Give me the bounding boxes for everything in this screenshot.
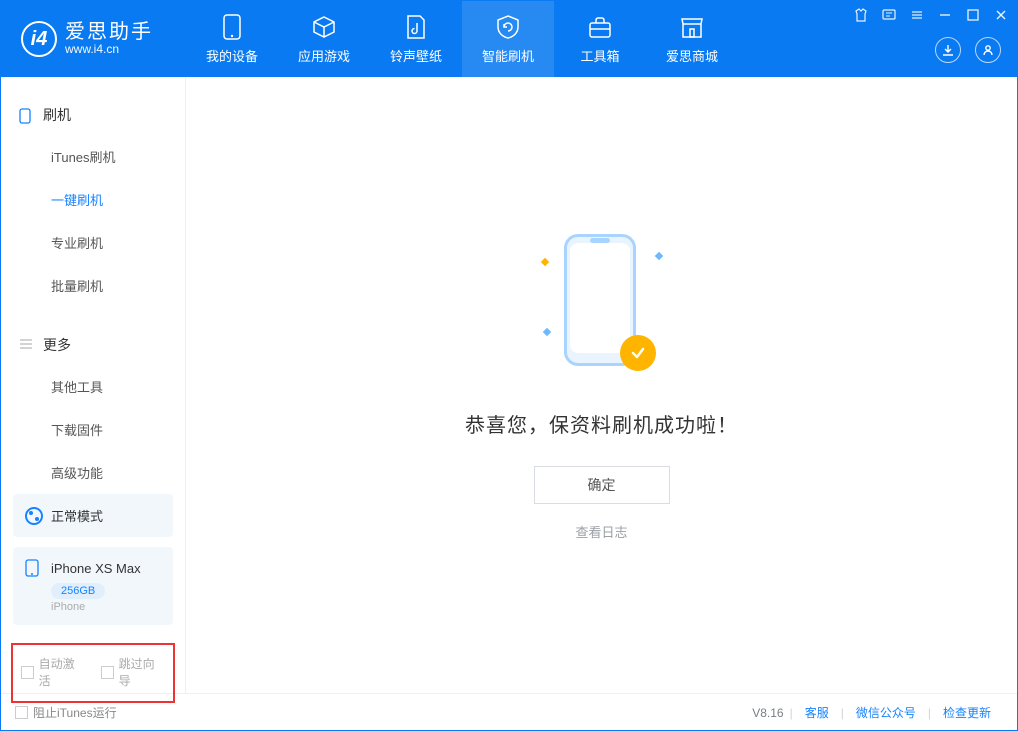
checkbox-icon [15,706,28,719]
list-icon [19,338,33,352]
checkbox-label: 跳过向导 [119,655,165,689]
checkbox-label: 自动激活 [39,655,85,689]
cube-icon [311,14,337,40]
checkbox-icon [21,666,34,679]
menu-icon[interactable] [909,7,925,23]
music-file-icon [403,14,429,40]
device-name: iPhone XS Max [51,561,141,576]
toolbox-icon [587,14,613,40]
brand-url: www.i4.cn [65,43,153,56]
account-button[interactable] [975,37,1001,63]
tab-label: 智能刷机 [482,46,534,65]
feedback-icon[interactable] [881,7,897,23]
sidebar-item-itunes-flash[interactable]: iTunes刷机 [1,135,185,178]
sidebar-section-more[interactable]: 更多 [1,325,185,365]
minimize-button[interactable] [937,7,953,23]
sidebar-item-oneclick-flash[interactable]: 一键刷机 [1,178,185,221]
main-content: 恭喜您，保资料刷机成功啦！ 确定 查看日志 [186,77,1017,693]
checkbox-auto-activate[interactable]: 自动激活 [21,655,85,689]
brand-logo: i4 爱思助手 www.i4.cn [1,1,186,77]
footer-link-update[interactable]: 检查更新 [931,704,1003,721]
skin-icon[interactable] [853,7,869,23]
ok-button[interactable]: 确定 [534,466,670,504]
sidebar-section-title: 更多 [43,335,71,355]
sidebar-item-download-firmware[interactable]: 下载固件 [1,408,185,451]
tab-ringtone-wallpaper[interactable]: 铃声壁纸 [370,1,462,77]
tab-label: 工具箱 [580,46,619,65]
success-illustration [542,229,662,379]
top-tabs: 我的设备 应用游戏 铃声壁纸 智能刷机 工具箱 爱思商城 [186,1,738,77]
shield-refresh-icon [495,14,521,40]
mode-box[interactable]: 正常模式 [13,494,173,537]
tab-smart-flash[interactable]: 智能刷机 [462,1,554,77]
store-icon [679,14,705,40]
checkbox-block-itunes[interactable]: 阻止iTunes运行 [15,704,117,721]
app-header: i4 爱思助手 www.i4.cn 我的设备 应用游戏 铃声壁纸 智能刷机 工具… [1,1,1017,77]
sidebar-section-flash[interactable]: 刷机 [1,95,185,135]
highlighted-options: 自动激活 跳过向导 [11,643,175,703]
sidebar-item-other-tools[interactable]: 其他工具 [1,365,185,408]
footer-link-support[interactable]: 客服 [793,704,841,721]
tab-label: 爱思商城 [666,46,718,65]
sidebar-item-advanced[interactable]: 高级功能 [1,451,185,494]
logo-icon: i4 [21,21,57,57]
device-icon [219,14,245,40]
device-type: iPhone [51,601,161,613]
maximize-button[interactable] [965,7,981,23]
check-badge-icon [620,335,656,371]
tab-toolbox[interactable]: 工具箱 [554,1,646,77]
tab-label: 应用游戏 [298,46,350,65]
footer-link-wechat[interactable]: 微信公众号 [844,704,928,721]
window-controls [853,7,1009,23]
download-button[interactable] [935,37,961,63]
checkbox-icon [101,666,114,679]
close-button[interactable] [993,7,1009,23]
tab-store[interactable]: 爱思商城 [646,1,738,77]
sidebar-item-batch-flash[interactable]: 批量刷机 [1,264,185,307]
version-label: V8.16 [752,706,783,720]
header-actions [935,37,1001,63]
device-box[interactable]: iPhone XS Max 256GB iPhone [13,547,173,625]
view-log-link[interactable]: 查看日志 [575,522,627,541]
success-message: 恭喜您，保资料刷机成功啦！ [465,409,738,438]
sidebar-section-title: 刷机 [43,105,71,125]
checkbox-skip-guide[interactable]: 跳过向导 [101,655,165,689]
mode-label: 正常模式 [51,506,103,525]
sidebar-item-pro-flash[interactable]: 专业刷机 [1,221,185,264]
tab-label: 我的设备 [206,46,258,65]
mode-icon [25,507,43,525]
sidebar: 刷机 iTunes刷机 一键刷机 专业刷机 批量刷机 更多 其他工具 下载固件 … [1,77,186,693]
device-capacity-badge: 256GB [51,583,105,599]
tab-apps-games[interactable]: 应用游戏 [278,1,370,77]
brand-name: 爱思助手 [65,21,153,43]
tab-my-device[interactable]: 我的设备 [186,1,278,77]
tab-label: 铃声壁纸 [390,46,442,65]
phone-icon [19,108,33,122]
device-icon [25,559,43,577]
checkbox-label: 阻止iTunes运行 [33,704,117,721]
